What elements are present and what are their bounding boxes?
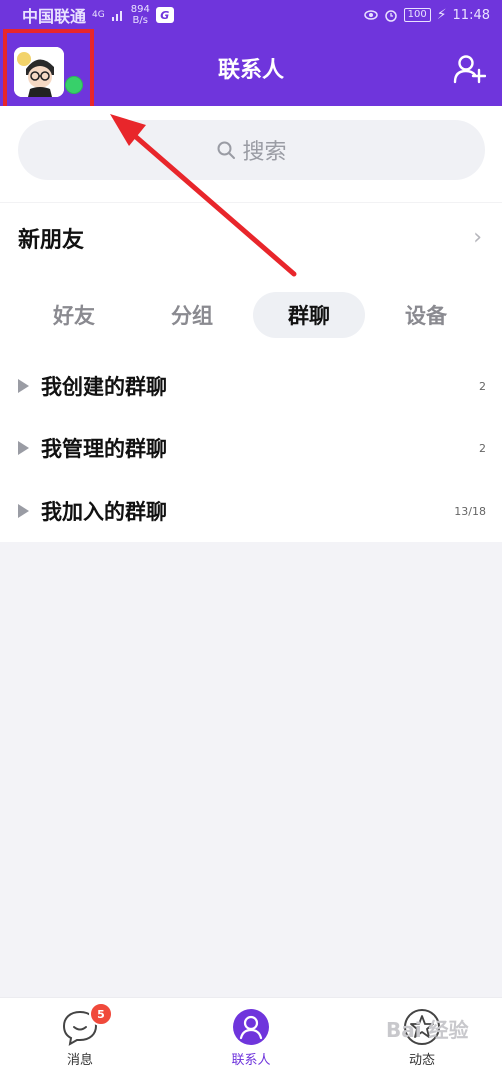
group-joined-row[interactable]: 我加入的群聊 13/18 <box>0 483 502 539</box>
group-managed-label: 我管理的群聊 <box>41 437 167 461</box>
page-title: 联系人 <box>217 58 284 83</box>
add-contact-icon[interactable] <box>452 52 486 86</box>
app-notification-icon: G <box>155 7 174 23</box>
tab-friends[interactable]: 好友 <box>18 292 130 338</box>
contact-tabs: 好友 分组 群聊 设备 <box>0 292 502 338</box>
nav-feed-label: 动态 <box>408 1053 435 1068</box>
group-joined-count: 13/18 <box>454 504 486 518</box>
nav-messages-label: 消息 <box>66 1053 93 1068</box>
new-friends-row[interactable]: 新朋友 › <box>0 202 502 272</box>
search-icon <box>217 141 236 159</box>
alarm-icon <box>384 10 397 22</box>
expand-triangle-icon <box>18 441 29 455</box>
chevron-right-icon: › <box>473 225 482 250</box>
charging-icon: ⚡ <box>436 7 447 23</box>
star-icon <box>404 1009 440 1045</box>
bottom-nav: 5 消息 联系人 动态 <box>0 997 502 1068</box>
expand-triangle-icon <box>18 379 29 393</box>
online-status-dot <box>65 76 83 94</box>
network-speed: 894 B/s <box>131 4 150 26</box>
header-bar: 联系人 <box>0 30 502 106</box>
avatar-image <box>14 47 64 97</box>
nav-contacts-label: 联系人 <box>231 1053 271 1068</box>
search-input[interactable]: 搜索 <box>18 120 485 180</box>
group-created-label: 我创建的群聊 <box>41 375 167 399</box>
speed-value: 894 <box>130 4 150 15</box>
expand-triangle-icon <box>18 504 29 518</box>
tab-groups[interactable]: 分组 <box>136 292 248 338</box>
tab-group-chats[interactable]: 群聊 <box>253 292 365 338</box>
tab-devices[interactable]: 设备 <box>370 292 482 338</box>
speed-unit: B/s <box>132 15 148 26</box>
group-joined-label: 我加入的群聊 <box>41 500 167 524</box>
status-bar: 中国联通 4G 894 B/s G 100 ⚡ 11:48 <box>0 0 502 30</box>
contacts-panel: 搜索 新朋友 › 好友 分组 群聊 设备 我创建的群聊 2 我管理的群聊 2 我… <box>0 106 502 542</box>
battery-level: 100 <box>403 8 431 22</box>
clock-time: 11:48 <box>452 7 490 23</box>
unread-badge: 5 <box>89 1002 113 1026</box>
nav-contacts[interactable]: 联系人 <box>211 1008 291 1068</box>
search-placeholder: 搜索 <box>242 140 287 165</box>
signal-icon <box>111 11 122 21</box>
group-created-count: 2 <box>479 379 486 393</box>
new-friends-label: 新朋友 <box>18 227 85 253</box>
avatar[interactable] <box>14 47 64 97</box>
eye-icon <box>363 10 378 20</box>
group-managed-count: 2 <box>479 441 486 455</box>
group-managed-row[interactable]: 我管理的群聊 2 <box>0 420 502 476</box>
group-created-row[interactable]: 我创建的群聊 2 <box>0 358 502 414</box>
nav-messages[interactable]: 5 消息 <box>40 1002 120 1068</box>
nav-feed[interactable]: 动态 <box>382 1008 462 1068</box>
contacts-icon <box>233 1009 269 1045</box>
carrier-label: 中国联通 <box>22 7 87 26</box>
network-type: 4G <box>92 9 105 20</box>
